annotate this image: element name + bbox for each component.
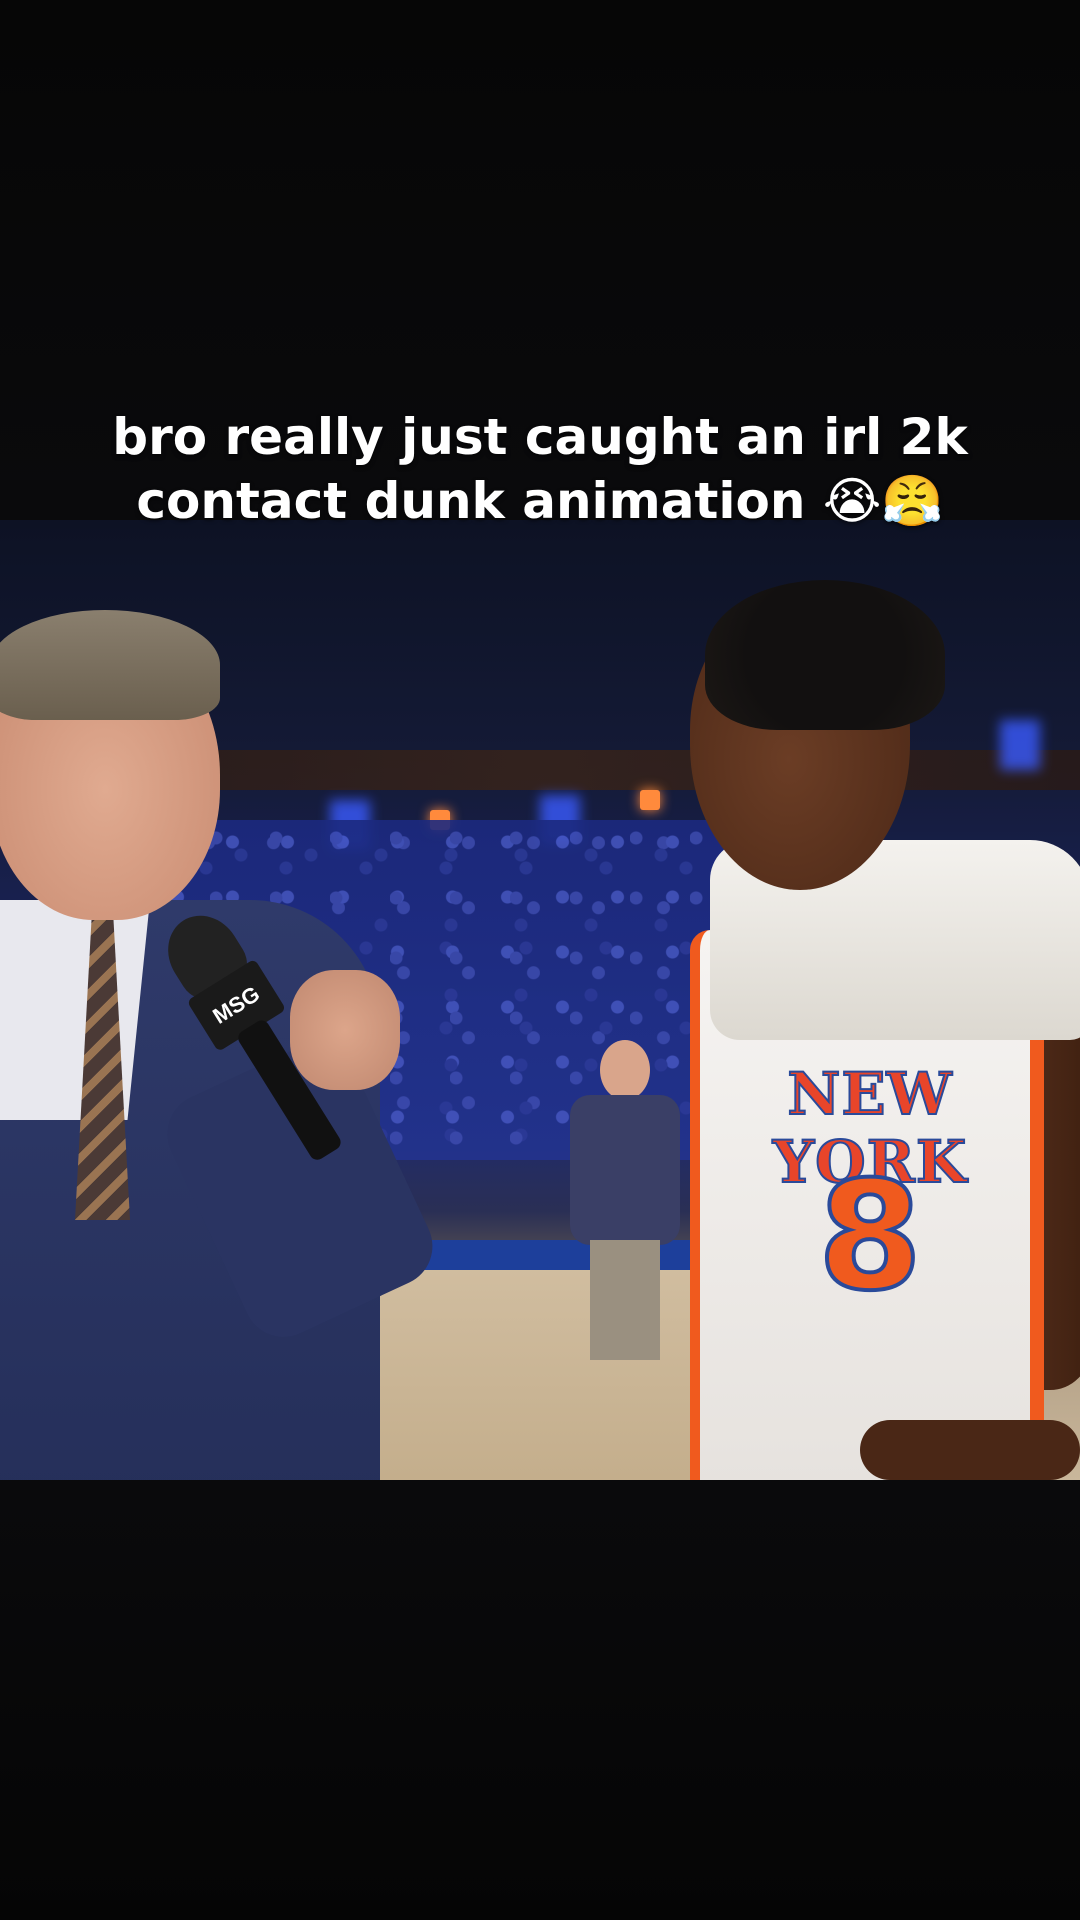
background-person <box>560 1040 680 1360</box>
arena-light <box>640 790 660 810</box>
caption-line-1: bro really just caught an irl 2k <box>112 408 968 466</box>
caption-line-2: contact dunk animation 😭😤 <box>136 472 944 530</box>
interviewer-hand <box>290 970 400 1090</box>
player: NEW YORK 8 <box>670 580 1080 1480</box>
interviewer-shirt <box>0 900 150 1120</box>
video-frame[interactable]: MSG NEW YORK 8 <box>0 520 1080 1480</box>
player-hand <box>860 1420 1080 1480</box>
bottom-letterbox <box>0 1480 1080 1920</box>
interviewer: MSG <box>0 600 446 1480</box>
video-caption: bro really just caught an irl 2k contact… <box>0 405 1080 533</box>
player-hair <box>705 580 945 730</box>
interviewer-hair <box>0 610 220 720</box>
jersey-number: 8 <box>816 1148 924 1326</box>
